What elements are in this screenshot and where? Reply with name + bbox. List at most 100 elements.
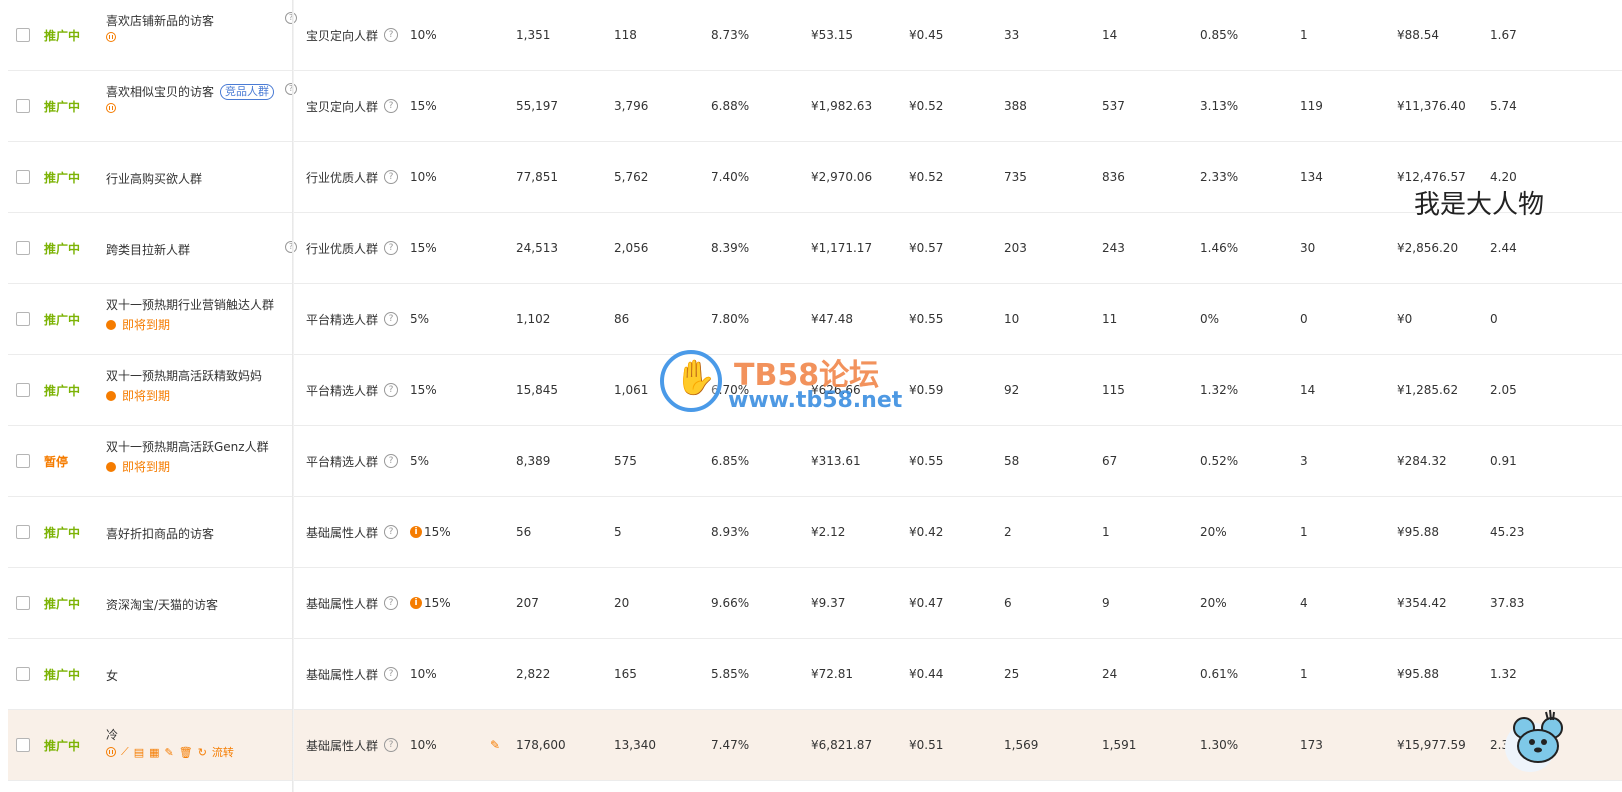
help-icon[interactable]: ? — [285, 12, 297, 24]
premium-ratio: 5% — [410, 454, 430, 468]
cpc: ¥0.45 — [909, 28, 944, 42]
status-label[interactable]: 推广中 — [44, 213, 80, 283]
premium-ratio: 15% — [410, 99, 437, 113]
transfer-icon[interactable]: ↻ — [198, 746, 207, 759]
help-icon[interactable]: ? — [384, 99, 399, 113]
help-icon[interactable]: ? — [285, 241, 297, 253]
trend-chart-icon[interactable]: ⟋ — [121, 745, 129, 759]
table-row: 推广中 喜好折扣商品的访客 基础属性人群? i 15% 56 5 8.93% ¥2… — [8, 497, 1622, 568]
row-checkbox[interactable] — [16, 142, 30, 212]
conversion-rate: 1.30% — [1200, 738, 1239, 752]
status-label[interactable]: 推广中 — [44, 710, 80, 780]
status-label[interactable]: 推广中 — [44, 142, 80, 212]
ctr: 6.85% — [711, 454, 750, 468]
status-label[interactable]: 推广中 — [44, 639, 80, 709]
premium-ratio: 10% — [410, 738, 437, 752]
clicks: 86 — [614, 312, 630, 326]
checkbox[interactable] — [16, 28, 30, 42]
expiry-label: 即将到期 — [122, 318, 171, 332]
edit-ratio-icon[interactable]: ✎ — [490, 738, 500, 752]
row-actions: ⟋ ▤ ▦ ✎ 🗑 ↻ 流转 — [106, 744, 234, 760]
cost: ¥72.81 — [811, 667, 853, 681]
status-label[interactable]: 推广中 — [44, 284, 80, 354]
checkbox[interactable] — [16, 525, 30, 539]
status-label[interactable]: 暂停 — [44, 426, 68, 496]
row-checkbox[interactable] — [16, 710, 30, 780]
help-icon[interactable]: ? — [285, 83, 297, 95]
row-checkbox[interactable] — [16, 71, 30, 141]
help-icon[interactable]: ? — [384, 241, 399, 255]
favorites: 388 — [1004, 99, 1027, 113]
row-checkbox[interactable] — [16, 213, 30, 283]
delete-icon[interactable]: 🗑 — [179, 746, 193, 759]
deal-amount: ¥88.54 — [1397, 28, 1439, 42]
roi: 0 — [1490, 312, 1498, 326]
ctr: 6.88% — [711, 99, 750, 113]
help-icon[interactable]: ? — [384, 525, 399, 539]
deal-count: 4 — [1300, 596, 1308, 610]
help-icon[interactable]: ? — [384, 170, 399, 184]
help-icon[interactable]: ? — [384, 383, 399, 397]
crowd-name-cell: 行业高购买欲人群 — [106, 142, 296, 212]
table-row: 推广中 喜欢相似宝贝的访客 竞品人群 ? 宝贝定向人群? 15% 55,197 3… — [8, 71, 1622, 142]
checkbox[interactable] — [16, 170, 30, 184]
help-icon[interactable]: ? — [384, 312, 399, 326]
row-checkbox[interactable] — [16, 568, 30, 638]
crowd-name: 双十一预热期行业营销触达人群 — [106, 298, 275, 312]
transfer-link[interactable]: 流转 — [212, 744, 234, 760]
edit-icon[interactable]: ✎ — [165, 746, 174, 759]
help-icon[interactable]: ? — [384, 454, 399, 468]
checkbox[interactable] — [16, 596, 30, 610]
ctr: 8.93% — [711, 525, 750, 539]
deal-amount: ¥11,376.40 — [1397, 99, 1466, 113]
expiry-notice: 即将到期 — [106, 458, 170, 475]
row-checkbox[interactable] — [16, 355, 30, 425]
checkbox[interactable] — [16, 738, 30, 752]
pause-icon[interactable] — [106, 103, 116, 113]
status-label[interactable]: 推广中 — [44, 568, 80, 638]
crowd-type-label: 基础属性人群 — [306, 667, 379, 682]
help-icon[interactable]: ? — [384, 28, 399, 42]
premium-ratio: 10% — [410, 170, 437, 184]
help-icon[interactable]: ? — [384, 596, 399, 610]
checkbox[interactable] — [16, 99, 30, 113]
checkbox[interactable] — [16, 454, 30, 468]
crowd-name: 女 — [106, 669, 119, 683]
row-checkbox[interactable] — [16, 0, 30, 70]
checkbox[interactable] — [16, 241, 30, 255]
row-checkbox[interactable] — [16, 497, 30, 567]
crowd-type: 行业优质人群? — [306, 142, 399, 212]
row-checkbox[interactable] — [16, 284, 30, 354]
roi: 37.83 — [1490, 596, 1525, 610]
ctr: 6.70% — [711, 383, 750, 397]
ctr: 8.39% — [711, 241, 750, 255]
deal-count: 0 — [1300, 312, 1308, 326]
help-icon[interactable]: ? — [384, 738, 399, 752]
checkbox[interactable] — [16, 667, 30, 681]
favorites: 58 — [1004, 454, 1020, 468]
add-to-cart: 24 — [1102, 667, 1118, 681]
status-label[interactable]: 推广中 — [44, 497, 80, 567]
help-icon[interactable]: ? — [384, 667, 399, 681]
status-label[interactable]: 推广中 — [44, 71, 80, 141]
favorites: 10 — [1004, 312, 1020, 326]
info-icon[interactable]: i — [410, 526, 422, 538]
report-icon[interactable]: ▤ — [134, 746, 144, 759]
status-label[interactable]: 推广中 — [44, 0, 80, 70]
info-icon[interactable]: i — [410, 597, 422, 609]
mascot-icon[interactable] — [1510, 708, 1566, 766]
pause-icon[interactable] — [106, 747, 116, 757]
crowd-name: 喜欢相似宝贝的访客 — [106, 85, 215, 99]
status-label[interactable]: 推广中 — [44, 355, 80, 425]
checkbox[interactable] — [16, 312, 30, 326]
pause-icon[interactable] — [106, 32, 116, 42]
row-checkbox[interactable] — [16, 426, 30, 496]
checkbox[interactable] — [16, 383, 30, 397]
note-icon[interactable]: ▦ — [149, 746, 159, 759]
add-to-cart: 11 — [1102, 312, 1118, 326]
deal-amount: ¥95.88 — [1397, 667, 1439, 681]
clicks: 20 — [614, 596, 630, 610]
add-to-cart: 9 — [1102, 596, 1110, 610]
cost: ¥626.66 — [811, 383, 861, 397]
row-checkbox[interactable] — [16, 639, 30, 709]
